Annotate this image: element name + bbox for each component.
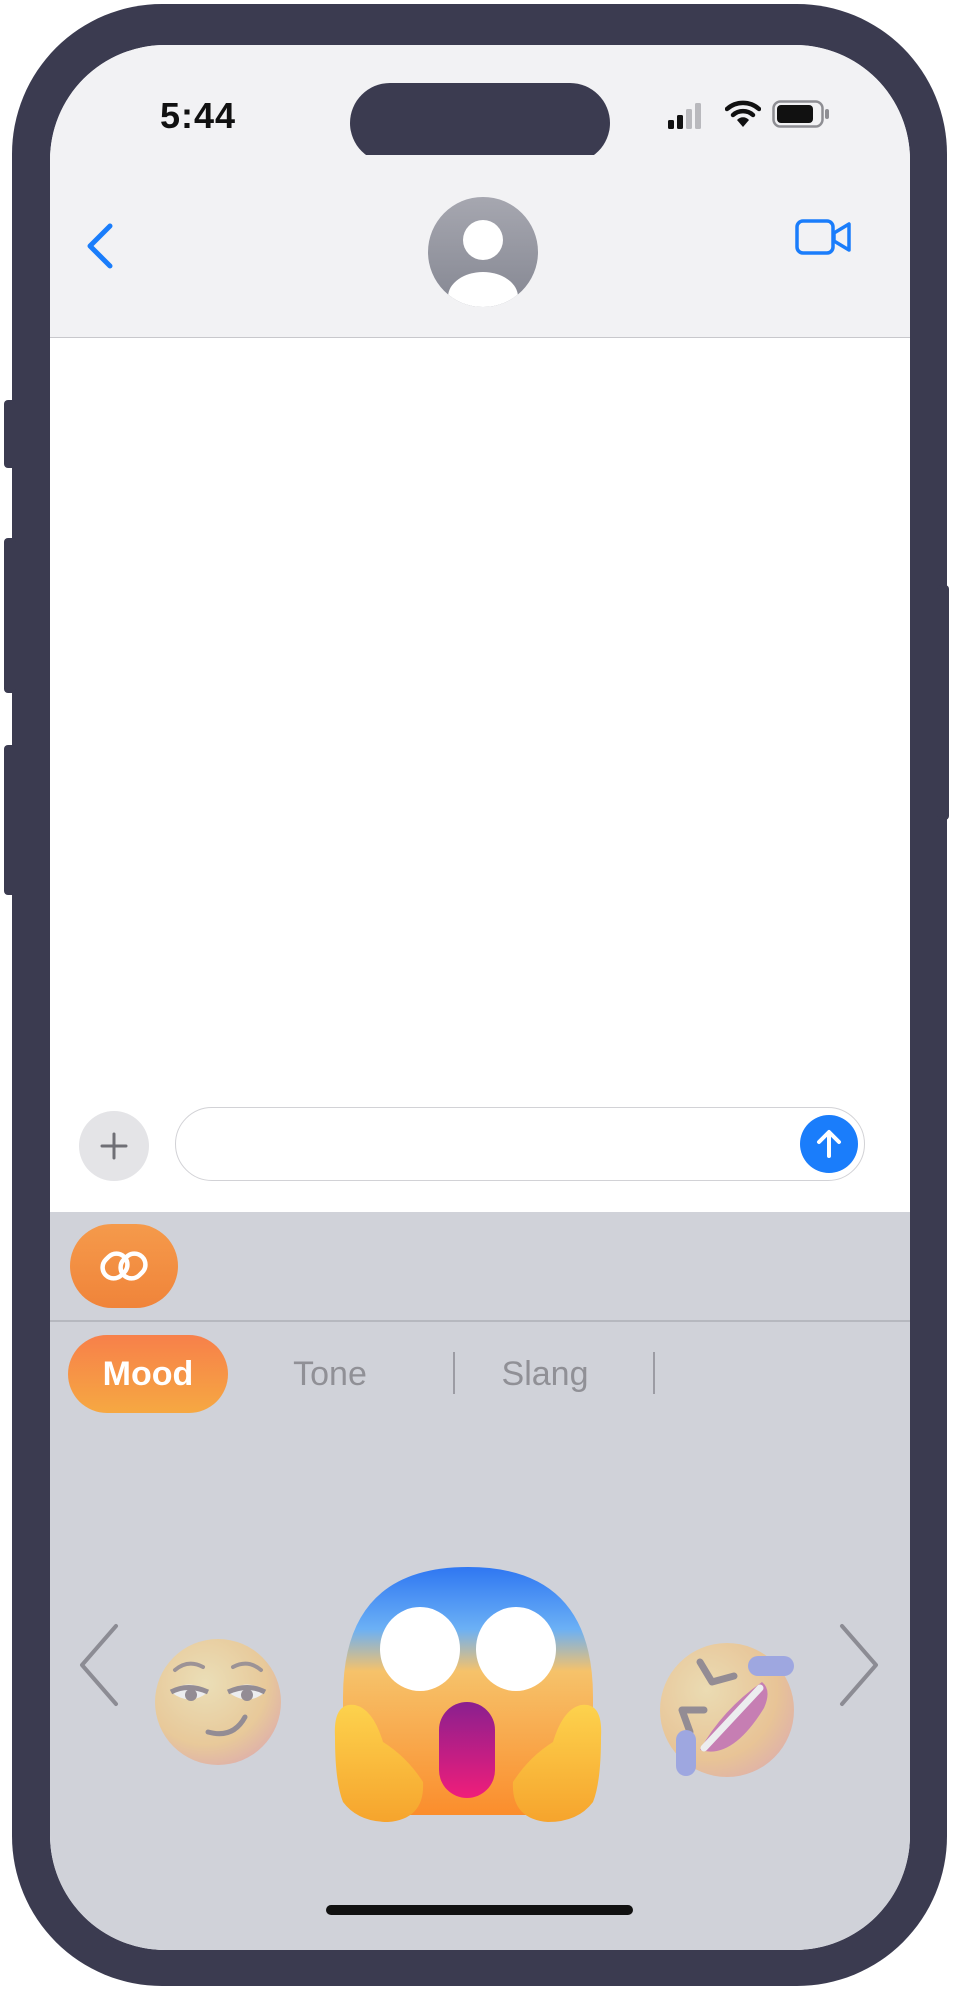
power-button <box>937 585 949 820</box>
carousel-prev-button[interactable] <box>74 1620 124 1710</box>
face-screaming-in-fear-emoji[interactable] <box>333 1557 603 1827</box>
app-launcher-button[interactable] <box>70 1224 178 1308</box>
back-button[interactable] <box>80 220 120 272</box>
status-time: 5:44 <box>160 95 237 136</box>
cellular-signal-icon <box>668 103 701 129</box>
tab-mood[interactable]: Mood <box>68 1335 228 1413</box>
battery-icon <box>772 100 829 128</box>
dynamic-island <box>350 83 610 163</box>
tab-separator <box>653 1352 655 1394</box>
tab-tone[interactable]: Tone <box>250 1335 410 1413</box>
app-extension-panel: Mood Tone Slang <box>50 1212 910 1950</box>
panel-divider <box>50 1320 910 1322</box>
status-bar: 5:44 <box>50 45 910 163</box>
chevron-right-icon <box>840 1624 878 1706</box>
home-indicator[interactable] <box>326 1905 633 1915</box>
message-input[interactable] <box>175 1107 865 1181</box>
volume-down-button <box>4 745 16 895</box>
message-thread <box>50 338 910 1133</box>
contact-avatar[interactable] <box>428 197 538 307</box>
person-avatar-icon <box>428 197 538 307</box>
conversation-header <box>50 155 910 338</box>
send-button[interactable] <box>800 1115 858 1173</box>
volume-up-button <box>4 538 16 693</box>
arrow-up-icon <box>817 1130 841 1158</box>
plus-icon <box>100 1132 128 1160</box>
interlocking-rings-icon <box>100 1251 148 1281</box>
chevron-left-icon <box>80 1624 118 1706</box>
wifi-icon <box>725 100 761 127</box>
carousel-next-button[interactable] <box>834 1620 884 1710</box>
video-call-button[interactable] <box>794 215 854 259</box>
tab-slang[interactable]: Slang <box>465 1335 625 1413</box>
chevron-left-icon <box>87 223 113 269</box>
tab-separator <box>453 1352 455 1394</box>
action-button <box>4 400 16 468</box>
video-camera-icon <box>795 219 851 255</box>
relieved-face-emoji[interactable] <box>153 1637 283 1767</box>
rolling-on-floor-laughing-emoji[interactable] <box>652 1630 802 1780</box>
add-attachment-button[interactable] <box>79 1111 149 1181</box>
phone-screen: 5:44 Mood Tone Slang <box>50 45 910 1950</box>
